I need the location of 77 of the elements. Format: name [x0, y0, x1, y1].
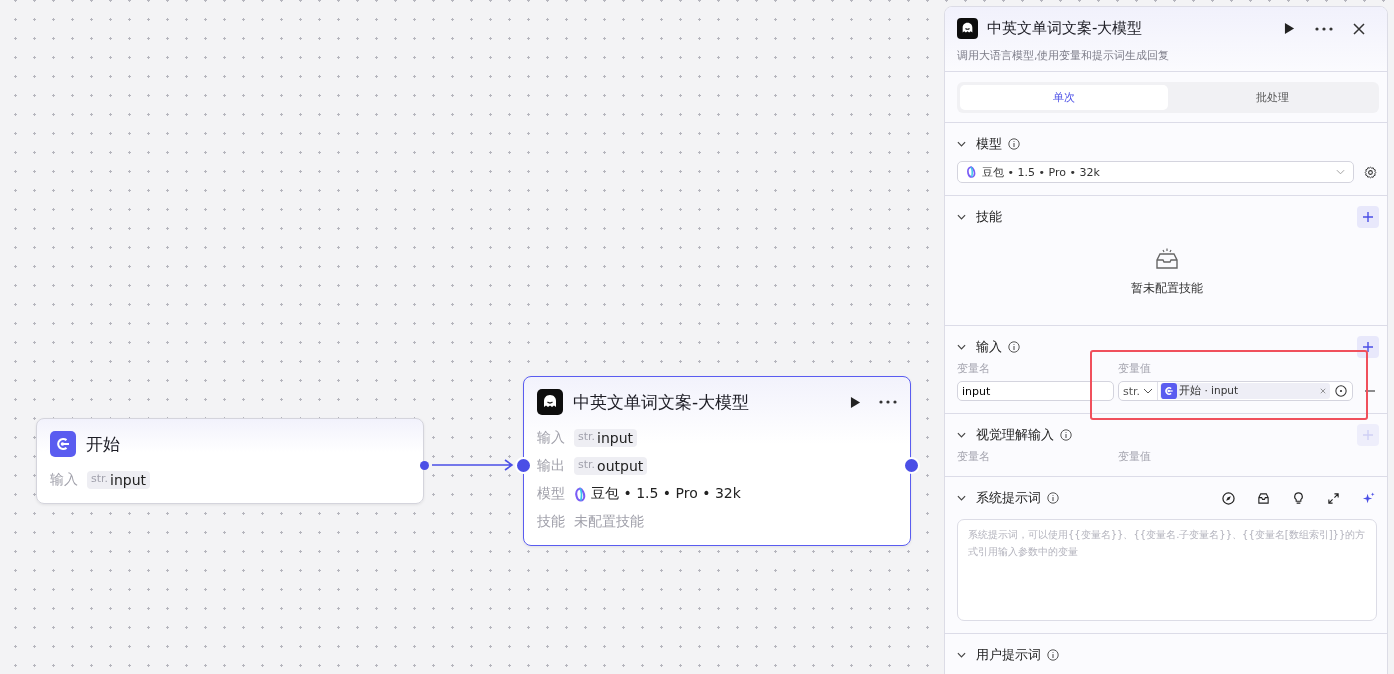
start-icon — [1161, 383, 1178, 399]
plus-icon — [1362, 211, 1374, 223]
caret-icon — [1143, 388, 1154, 394]
add-button[interactable] — [1357, 206, 1379, 228]
info-icon[interactable] — [1047, 649, 1059, 661]
inbox-icon[interactable] — [1257, 491, 1270, 505]
reference-text: 开始 · input — [1179, 384, 1239, 398]
type-select[interactable]: str. — [1119, 382, 1159, 400]
node-title: 开始 — [86, 432, 120, 456]
skills-value: 未配置技能 — [574, 513, 644, 531]
clear-icon[interactable] — [1320, 388, 1326, 394]
variable-name: output — [597, 458, 644, 474]
add-button[interactable] — [1357, 336, 1379, 358]
plus-icon — [1362, 429, 1374, 441]
panel-title: 中英文单词文案-大模型 — [987, 19, 1143, 38]
chevron-icon[interactable] — [957, 495, 966, 501]
tab[interactable]: 批处理 — [1168, 85, 1376, 110]
model-name: 豆包 • 1.5 • Pro • 32k — [591, 485, 741, 503]
empty-message: 暂未配置技能 — [1131, 280, 1203, 297]
field-label: 技能 — [537, 513, 565, 531]
section-title: 用户提示词 — [976, 646, 1041, 664]
prompt-field[interactable]: 系统提示词，可以使用{{变量名}}、{{变量名.子变量名}}、{{变量名[数组索引]}}的方式引用输入参数中的变量 — [957, 519, 1377, 621]
more-icon[interactable] — [879, 400, 897, 404]
settings-icon[interactable] — [1364, 165, 1377, 179]
type-label: str. — [91, 472, 109, 485]
close-icon[interactable] — [1353, 22, 1365, 35]
expand-icon[interactable] — [1327, 491, 1340, 505]
section-title: 系统提示词 — [976, 489, 1041, 507]
model-logo-icon — [966, 166, 976, 178]
field-label: 输入 — [50, 471, 78, 489]
info-icon[interactable] — [1060, 429, 1072, 441]
section-title: 输入 — [976, 338, 1002, 356]
input-port[interactable] — [515, 457, 532, 474]
empty-tray-icon — [1154, 248, 1180, 270]
play-icon[interactable] — [850, 395, 861, 409]
panel-description: 调用大语言模型,使用变量和提示词生成回复 — [957, 48, 1171, 63]
column-header: 变量值 — [1118, 450, 1152, 464]
info-icon[interactable] — [1008, 138, 1020, 150]
play-icon[interactable] — [1284, 22, 1295, 35]
column-header: 变量值 — [1118, 362, 1152, 376]
output-port[interactable] — [903, 457, 920, 474]
chevron-icon[interactable] — [957, 652, 966, 658]
type-label: str. — [578, 458, 596, 471]
node-title: 中英文单词文案-大模型 — [573, 390, 750, 414]
section-title: 视觉理解输入 — [976, 426, 1054, 444]
sparkle-icon[interactable] — [1362, 491, 1375, 505]
caret-icon — [1336, 169, 1345, 175]
info-icon[interactable] — [1047, 492, 1059, 504]
column-header: 变量名 — [957, 450, 991, 464]
field-label: 模型 — [537, 485, 565, 503]
model-select[interactable]: 豆包 • 1.5 • Pro • 32k — [957, 161, 1354, 183]
column-header: 变量名 — [957, 362, 991, 376]
plus-icon — [1362, 341, 1374, 353]
info-icon[interactable] — [1008, 341, 1020, 353]
compass-icon[interactable] — [1222, 491, 1235, 505]
chevron-icon[interactable] — [957, 214, 966, 220]
field-label: 输入 — [537, 429, 565, 447]
more-icon[interactable] — [1315, 26, 1333, 31]
type-label: str. — [578, 430, 596, 443]
model-logo-icon — [574, 486, 586, 502]
start-icon — [50, 431, 76, 457]
lightbulb-icon[interactable] — [1292, 491, 1305, 505]
tab[interactable]: 单次 — [960, 85, 1168, 110]
field-label: 输出 — [537, 457, 565, 475]
ghost-icon — [537, 389, 563, 415]
chevron-icon[interactable] — [957, 344, 966, 350]
ghost-icon — [957, 18, 978, 39]
chevron-icon[interactable] — [957, 432, 966, 438]
variable-name: input — [110, 472, 147, 488]
variable-name-field[interactable]: input — [957, 381, 1114, 401]
section-title: 技能 — [976, 208, 1002, 226]
section-title: 模型 — [976, 135, 1002, 153]
output-port[interactable] — [420, 461, 429, 470]
variable-value-field[interactable]: str. 开始 · input — [1118, 381, 1353, 401]
variable-name: input — [597, 430, 634, 446]
chevron-icon[interactable] — [957, 141, 966, 147]
target-icon[interactable] — [1335, 385, 1347, 397]
